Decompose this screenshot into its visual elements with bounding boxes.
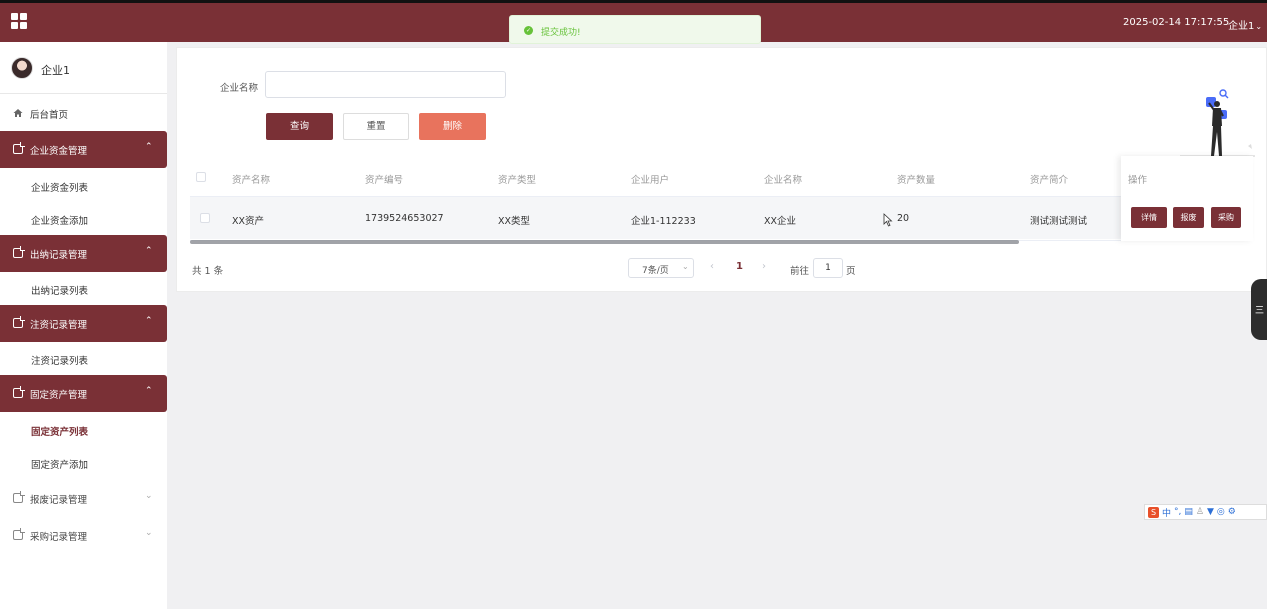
company-name-input[interactable]: [265, 71, 506, 98]
header-datetime: 2025-02-14 17:17:55: [1123, 17, 1230, 28]
cell-asset-type: XX类型: [498, 216, 531, 227]
col-asset-type: 资产类型: [498, 175, 537, 186]
search-label: 企业名称: [220, 83, 259, 94]
gear-icon[interactable]: ⚙: [1228, 507, 1236, 517]
sidebar-item-label: 后台首页: [30, 110, 69, 121]
sidebar-user: 企业1: [0, 42, 167, 94]
chevron-up-icon: ⌃: [145, 142, 153, 152]
sidebar-item-home[interactable]: 后台首页: [0, 95, 167, 132]
sidebar-group-cashier[interactable]: 出纳记录管理 ⌃: [0, 235, 167, 272]
document-icon: [13, 528, 25, 540]
document-icon: [13, 316, 25, 328]
cell-company-name: XX企业: [764, 216, 797, 227]
chevron-down-icon: ⌄: [145, 528, 153, 538]
floating-side-tab[interactable]: 三: [1251, 279, 1267, 340]
ime-toolbar: S 中 °, ▤ ♙ ▼ ◎ ⚙: [1144, 504, 1267, 520]
col-actions: 操作: [1128, 175, 1148, 186]
user-icon[interactable]: ♙: [1196, 507, 1204, 517]
sidebar-group-label: 报废记录管理: [30, 495, 88, 506]
col-asset-code: 资产编号: [365, 175, 404, 186]
sidebar: 企业1 后台首页 企业资金管理 ⌃ 企业资金列表 企业资金添加 出纳记录管理 ⌃…: [0, 42, 167, 609]
col-company-name: 企业名称: [764, 175, 803, 186]
sidebar-item-assets-list[interactable]: 固定资产列表: [31, 424, 88, 438]
sidebar-group-label: 采购记录管理: [30, 532, 88, 543]
col-asset-intro: 资产简介: [1030, 175, 1069, 186]
float-tab-label: 三: [1255, 306, 1265, 316]
reset-button[interactable]: 重置: [343, 113, 409, 140]
mouse-cursor-icon: [883, 213, 893, 227]
sidebar-item-capital-list[interactable]: 注资记录列表: [31, 353, 88, 367]
select-all-checkbox[interactable]: [196, 172, 206, 182]
sidebar-item-fund-add[interactable]: 企业资金添加: [31, 213, 88, 227]
sidebar-group-assets[interactable]: 固定资产管理 ⌃: [0, 375, 167, 412]
prev-page-icon[interactable]: ‹: [710, 261, 714, 272]
goto-label: 前往: [790, 266, 810, 277]
sidebar-group-label: 固定资产管理: [30, 390, 88, 401]
sidebar-group-scrap[interactable]: 报废记录管理 ⌄: [0, 480, 167, 517]
actions-column: 操作 详情 报废 采购: [1121, 156, 1253, 241]
sidebar-item-cashier-list[interactable]: 出纳记录列表: [31, 283, 88, 297]
avatar: [11, 57, 33, 79]
col-company-user: 企业用户: [631, 175, 670, 186]
check-circle-icon: ✓: [524, 26, 533, 35]
cell-asset-intro: 测试测试测试: [1030, 216, 1088, 227]
query-button[interactable]: 查询: [266, 113, 333, 140]
chevron-down-icon: ⌄: [1255, 22, 1263, 31]
chevron-down-icon: ⌄: [682, 262, 689, 271]
sidebar-group-fund[interactable]: 企业资金管理 ⌃: [0, 131, 167, 168]
row-checkbox[interactable]: [200, 213, 210, 223]
document-icon: [13, 491, 25, 503]
page-size-select[interactable]: 7条/页 ⌄: [628, 258, 694, 278]
cell-asset-code: 1739524653027: [365, 213, 444, 224]
next-page-icon[interactable]: ›: [762, 261, 766, 272]
sidebar-group-label: 注资记录管理: [30, 320, 88, 331]
menu-grid-icon[interactable]: [11, 13, 27, 29]
col-asset-name: 资产名称: [232, 175, 271, 186]
circle-icon[interactable]: ◎: [1217, 507, 1225, 517]
cell-asset-quantity: 20: [897, 213, 910, 224]
col-asset-quantity: 资产数量: [897, 175, 936, 186]
chevron-up-icon: ⌃: [145, 316, 153, 326]
person-illustration: [1180, 89, 1255, 157]
document-icon: [13, 142, 25, 154]
home-icon: [13, 109, 23, 117]
page-number-current[interactable]: 1: [736, 261, 743, 272]
sidebar-group-capital[interactable]: 注资记录管理 ⌃: [0, 305, 167, 342]
sidebar-group-purchase[interactable]: 采购记录管理 ⌄: [0, 517, 167, 554]
header-user-menu[interactable]: 企业1⌄: [1228, 17, 1262, 32]
scrap-button[interactable]: 报废: [1173, 207, 1204, 228]
punctuation-icon[interactable]: °,: [1174, 507, 1181, 517]
chevron-down-icon: ⌄: [145, 491, 153, 501]
chevron-up-icon: ⌃: [145, 246, 153, 256]
keyboard-icon[interactable]: ▤: [1184, 507, 1193, 517]
page-size-value: 7条/页: [642, 266, 669, 276]
ime-lang[interactable]: 中: [1162, 506, 1171, 519]
document-icon: [13, 386, 25, 398]
detail-button[interactable]: 详情: [1131, 207, 1167, 228]
cell-company-user: 企业1-112233: [631, 216, 696, 227]
cell-asset-name: XX资产: [232, 216, 265, 227]
document-icon: [13, 246, 25, 258]
chevron-up-icon: ⌃: [145, 386, 153, 396]
sidebar-item-fund-list[interactable]: 企业资金列表: [31, 180, 88, 194]
success-toast: ✓ 提交成功!: [509, 15, 761, 44]
horizontal-scrollbar[interactable]: [190, 240, 1019, 244]
sidebar-group-label: 出纳记录管理: [30, 250, 88, 261]
delete-button[interactable]: 删除: [419, 113, 486, 140]
goto-page-input[interactable]: 1: [813, 258, 843, 278]
purchase-button[interactable]: 采购: [1211, 207, 1241, 228]
sidebar-group-label: 企业资金管理: [30, 146, 88, 157]
goto-unit: 页: [846, 266, 856, 277]
sidebar-item-assets-add[interactable]: 固定资产添加: [31, 457, 88, 471]
header-user-name: 企业1: [1228, 21, 1255, 32]
sidebar-user-name: 企业1: [41, 64, 70, 77]
toast-message: 提交成功!: [541, 28, 581, 38]
sogou-icon[interactable]: S: [1148, 506, 1159, 518]
shirt-icon[interactable]: ▼: [1207, 507, 1214, 517]
pagination-total: 共 1 条: [192, 266, 224, 277]
